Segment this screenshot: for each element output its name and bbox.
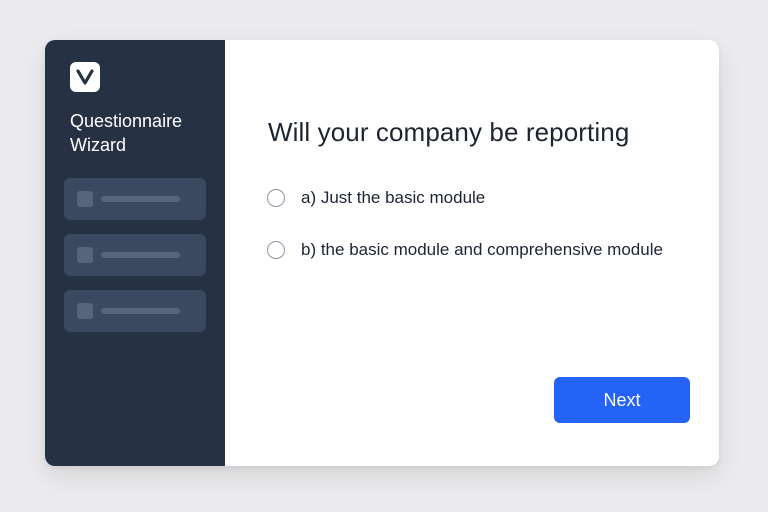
question-title: Will your company be reporting <box>268 117 630 147</box>
sidebar-item-label-placeholder <box>101 252 180 258</box>
sidebar-item-label-placeholder <box>101 196 180 202</box>
wizard-card: Questionnaire Wizard Will your company b… <box>45 40 719 466</box>
sidebar-title-line1: Questionnaire <box>70 111 183 131</box>
option-a[interactable]: a) Just the basic module <box>267 188 485 208</box>
sidebar: Questionnaire Wizard <box>45 40 225 466</box>
sidebar-title-line2: Wizard <box>70 135 127 155</box>
option-b-label: b) the basic module and comprehensive mo… <box>301 240 663 259</box>
sidebar-item-3[interactable] <box>64 290 206 332</box>
sidebar-title: Questionnaire Wizard <box>70 109 220 157</box>
sidebar-item-label-placeholder <box>101 308 180 314</box>
sidebar-item-1[interactable] <box>64 178 206 220</box>
option-a-radio[interactable] <box>267 189 285 207</box>
sidebar-item-icon <box>77 191 93 207</box>
main-panel: Will your company be reporting a) Just t… <box>225 40 719 466</box>
option-b[interactable]: b) the basic module and comprehensive mo… <box>267 240 663 260</box>
v-logo-icon <box>70 62 100 92</box>
sidebar-item-icon <box>77 303 93 319</box>
next-button[interactable]: Next <box>554 377 690 423</box>
option-b-radio[interactable] <box>267 241 285 259</box>
sidebar-item-2[interactable] <box>64 234 206 276</box>
option-a-label: a) Just the basic module <box>301 188 486 207</box>
sidebar-item-icon <box>77 247 93 263</box>
